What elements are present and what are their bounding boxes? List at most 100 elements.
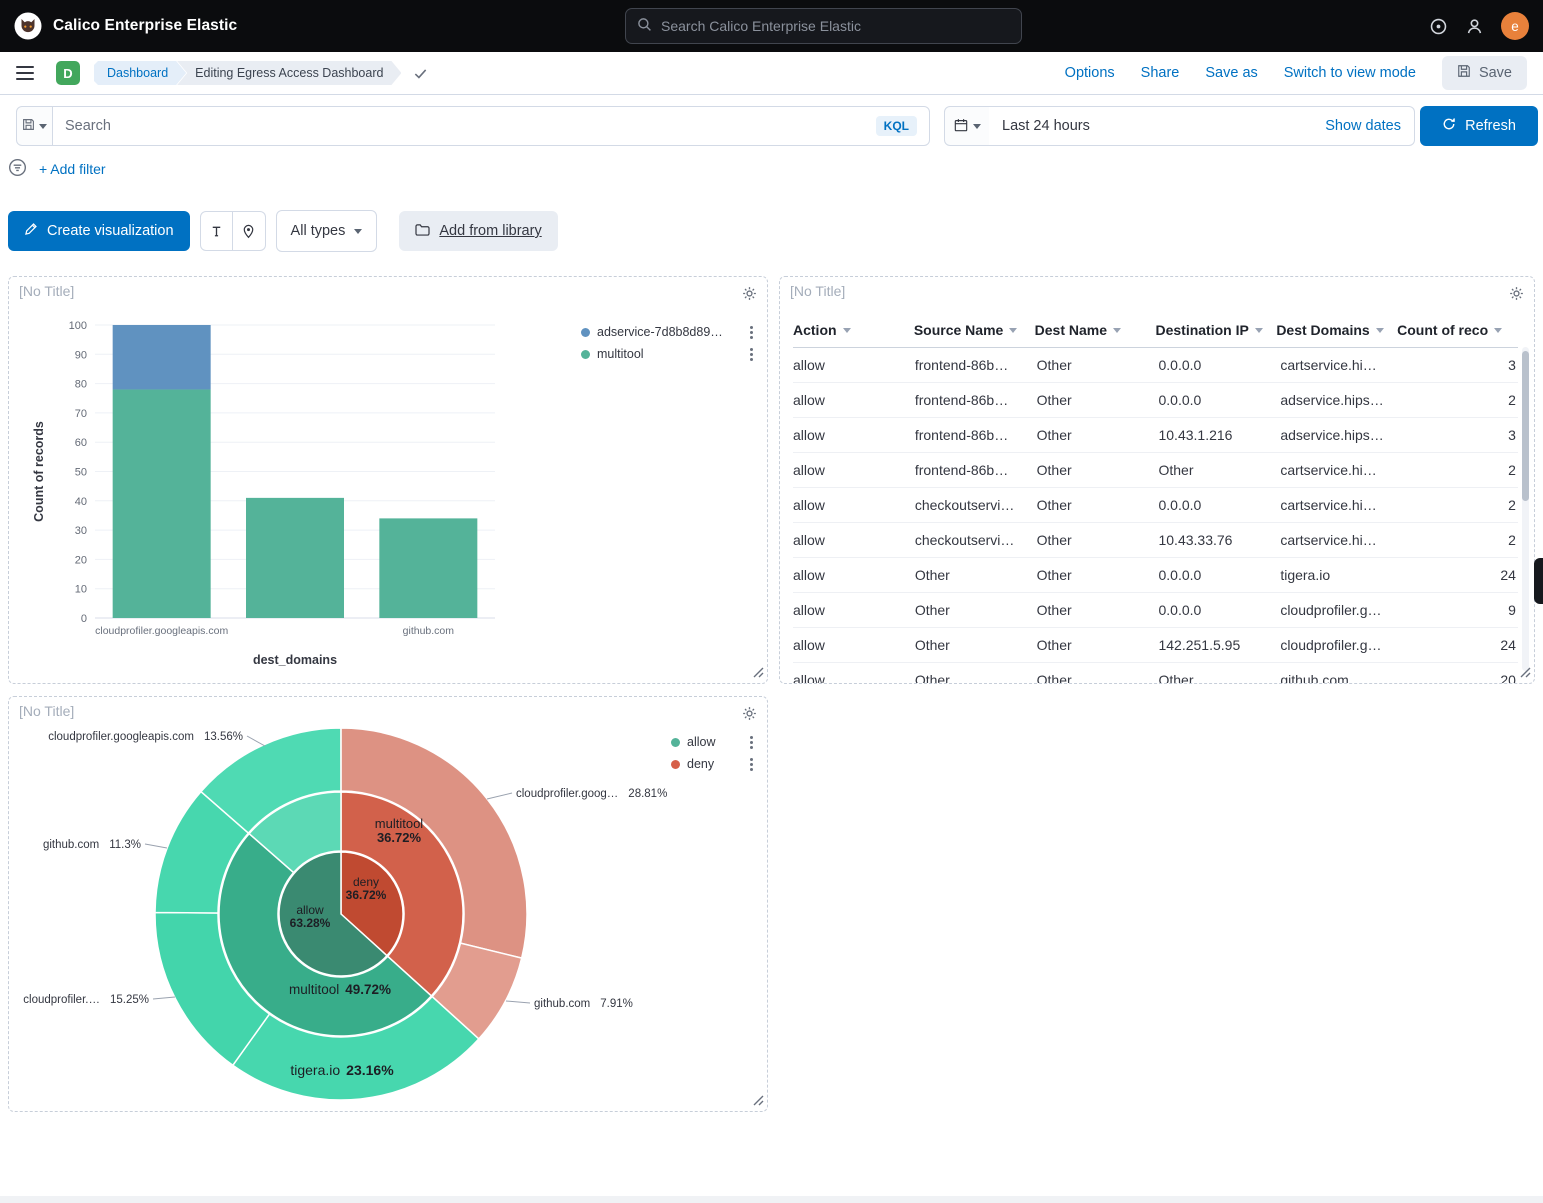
time-range-picker[interactable]: Last 24 hours Show dates xyxy=(989,106,1415,146)
sort-caret-icon[interactable] xyxy=(1113,328,1121,333)
query-search-input[interactable]: Search KQL xyxy=(52,106,930,146)
switch-to-view-mode-link[interactable]: Switch to view mode xyxy=(1284,65,1416,81)
date-picker-calendar-button[interactable] xyxy=(944,106,990,146)
sort-caret-icon[interactable] xyxy=(1255,328,1263,333)
table-cell: cartservice.hi… xyxy=(1280,532,1402,548)
save-button[interactable]: Save xyxy=(1442,56,1527,90)
breadcrumb-dashboard[interactable]: Dashboard xyxy=(94,61,186,85)
table-cell: allow xyxy=(793,427,915,443)
kql-language-button[interactable]: KQL xyxy=(876,116,917,136)
saved-query-menu-button[interactable] xyxy=(16,106,53,146)
table-cell: allow xyxy=(793,637,915,653)
table-column-header-Destination IP[interactable]: Destination IP xyxy=(1155,322,1276,338)
legend-label: allow xyxy=(687,735,716,749)
table-cell: Other xyxy=(1037,462,1159,478)
table-cell: Other xyxy=(915,567,1037,583)
menu-hamburger-icon[interactable] xyxy=(16,66,34,80)
global-search-input[interactable]: Search Calico Enterprise Elastic xyxy=(625,8,1022,44)
table-cell: Other xyxy=(1037,637,1159,653)
sort-caret-icon[interactable] xyxy=(1494,328,1502,333)
legend-actions-menu-icon[interactable] xyxy=(750,741,753,744)
add-filter-link[interactable]: + Add filter xyxy=(39,161,106,177)
panel-bar-chart[interactable]: [No Title] 0102030405060708090100cloudpr… xyxy=(8,276,768,684)
user-avatar[interactable]: e xyxy=(1501,12,1529,40)
panel-resize-handle[interactable] xyxy=(1520,665,1531,681)
global-header: Calico Enterprise Elastic Search Calico … xyxy=(0,0,1543,52)
map-pin-icon[interactable] xyxy=(233,211,266,251)
table-scrollbar-thumb[interactable] xyxy=(1522,351,1529,501)
table-cell: 3 xyxy=(1402,427,1518,443)
text-markdown-icon[interactable] xyxy=(200,211,233,251)
floppy-icon xyxy=(22,118,35,134)
column-header-label: Action xyxy=(793,322,837,338)
y-tick-label: 30 xyxy=(75,525,87,537)
horizontal-scrollbar[interactable] xyxy=(0,1196,1543,1203)
legend-item-adservice-7d8b8d89…[interactable]: adservice-7d8b8d89… xyxy=(581,321,761,343)
help-icon[interactable] xyxy=(1429,17,1448,36)
bar-segment-multitool[interactable] xyxy=(246,498,344,618)
sunburst-legend: allow deny xyxy=(671,731,761,775)
legend-color-dot xyxy=(671,738,680,747)
x-category-label: cloudprofiler.googleapis.com xyxy=(95,625,228,637)
collapsed-flyout-tab[interactable] xyxy=(1534,558,1543,604)
legend-actions-menu-icon[interactable] xyxy=(750,763,753,766)
app-logo[interactable] xyxy=(14,12,42,40)
create-visualization-button[interactable]: Create visualization xyxy=(8,211,190,251)
table-column-header-Count of reco[interactable]: Count of reco xyxy=(1397,322,1518,338)
sort-caret-icon[interactable] xyxy=(1376,328,1384,333)
table-cell: Other xyxy=(1037,427,1159,443)
table-cell: Other xyxy=(1158,462,1280,478)
legend-actions-menu-icon[interactable] xyxy=(750,353,753,356)
bar-segment-adservice-7d8b8d89…[interactable] xyxy=(113,325,211,389)
legend-item-deny[interactable]: deny xyxy=(671,753,761,775)
options-link[interactable]: Options xyxy=(1065,65,1115,81)
bar-chart-legend: adservice-7d8b8d89…multitool xyxy=(581,321,761,365)
legend-actions-menu-icon[interactable] xyxy=(750,331,753,334)
sunburst-chart[interactable]: multitool36.72%deny36.72%allow63.28%mult… xyxy=(9,697,767,1111)
table-column-header-Dest Name[interactable]: Dest Name xyxy=(1035,322,1156,338)
panel-title: [No Title] xyxy=(19,283,74,299)
slice-percent: 36.72% xyxy=(377,830,422,845)
sort-caret-icon[interactable] xyxy=(1009,328,1017,333)
records-table: Action Source NameDest NameDestination IP… xyxy=(793,313,1518,684)
calendar-icon xyxy=(954,118,968,135)
table-column-header-Dest Domains[interactable]: Dest Domains xyxy=(1276,322,1397,338)
bar-segment-multitool[interactable] xyxy=(379,518,477,618)
sort-caret-icon[interactable] xyxy=(843,328,851,333)
panel-resize-handle[interactable] xyxy=(753,1093,764,1109)
callout-line xyxy=(506,1001,530,1003)
column-header-label: Destination IP xyxy=(1155,322,1248,338)
panel-data-table[interactable]: [No Title] ActionSource NameDest NameDes… xyxy=(779,276,1535,684)
table-cell: cloudprofiler.g… xyxy=(1280,637,1402,653)
callout-label: github.com11.3% xyxy=(43,839,141,851)
save-as-link[interactable]: Save as xyxy=(1205,65,1257,81)
table-cell: github.com xyxy=(1280,672,1402,684)
y-tick-label: 90 xyxy=(75,349,87,361)
panel-resize-handle[interactable] xyxy=(753,665,764,681)
share-link[interactable]: Share xyxy=(1141,65,1180,81)
show-dates-link[interactable]: Show dates xyxy=(1325,118,1401,134)
breadcrumb-check-icon[interactable] xyxy=(413,66,428,81)
table-cell: Other xyxy=(1037,357,1159,373)
legend-item-allow[interactable]: allow xyxy=(671,731,761,753)
legend-item-multitool[interactable]: multitool xyxy=(581,343,761,365)
y-tick-label: 10 xyxy=(75,584,87,596)
panel-sunburst-chart[interactable]: [No Title] multitool36.72%deny36.72%allo… xyxy=(8,696,768,1112)
filter-sets-icon[interactable] xyxy=(8,158,27,180)
slice-label: allow xyxy=(296,903,324,917)
table-cell: Other xyxy=(1037,602,1159,618)
table-column-header-Source Name[interactable]: Source Name xyxy=(914,322,1035,338)
time-range-value[interactable]: Last 24 hours xyxy=(1002,118,1090,134)
add-from-library-button[interactable]: Add from library xyxy=(399,211,557,251)
table-row: allowcheckoutservi…Other10.43.33.76carts… xyxy=(793,523,1518,558)
legend-label: deny xyxy=(687,757,714,771)
refresh-button[interactable]: Refresh xyxy=(1420,106,1538,146)
panel-settings-gear-icon[interactable] xyxy=(1507,284,1526,306)
all-types-dropdown[interactable]: All types xyxy=(276,210,378,252)
users-admin-icon[interactable] xyxy=(1465,17,1484,36)
dashboard-app-badge[interactable]: D xyxy=(56,61,80,85)
table-column-header-Action[interactable]: Action xyxy=(793,322,914,338)
bar-segment-multitool[interactable] xyxy=(113,389,211,618)
panel-settings-gear-icon[interactable] xyxy=(740,284,759,306)
panel-settings-gear-icon[interactable] xyxy=(740,704,759,726)
